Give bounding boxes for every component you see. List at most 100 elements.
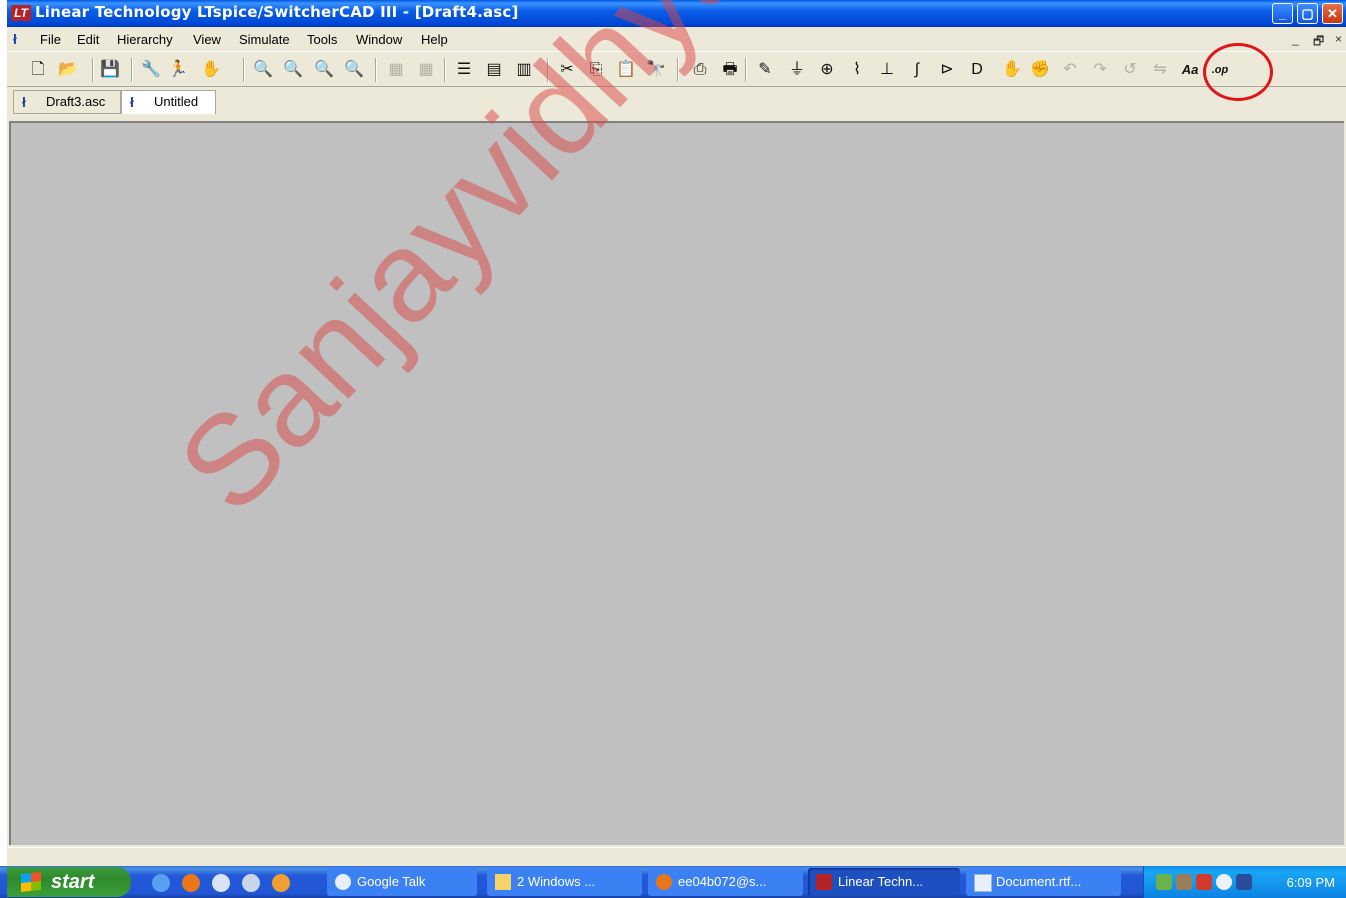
tile-icon[interactable]: ☰: [453, 60, 475, 80]
component-icon[interactable]: D: [966, 60, 988, 80]
find-icon[interactable]: 🔭: [645, 60, 667, 80]
folder-icon: [495, 874, 511, 890]
start-label: start: [51, 871, 95, 893]
close-icon[interactable]: ✕: [1322, 3, 1343, 24]
explorer-icon[interactable]: [242, 874, 260, 892]
cut-icon[interactable]: ✂: [556, 60, 578, 80]
toolbar-separator: [243, 58, 245, 82]
taskbar: start Google Talk 2 Windows ... ee04b072…: [0, 866, 1346, 898]
task-label: Document.rtf...: [996, 874, 1082, 889]
maximize-icon[interactable]: ▢: [1297, 3, 1318, 24]
firefox-icon[interactable]: [182, 874, 200, 892]
print-icon[interactable]: 🖶: [719, 60, 741, 80]
chat-bubble-icon: [335, 874, 351, 890]
title-bar[interactable]: LT Linear Technology LTspice/SwitcherCAD…: [7, 0, 1346, 27]
document-icon: [974, 874, 992, 892]
task-firefox[interactable]: ee04b072@s...: [648, 868, 803, 896]
zoom-fit-icon[interactable]: 🔍: [343, 60, 365, 80]
resistor-icon[interactable]: ⌇: [846, 60, 868, 80]
task-windows-group[interactable]: 2 Windows ...: [487, 868, 642, 896]
desktop-icon[interactable]: [152, 874, 170, 892]
task-label: ee04b072@s...: [678, 874, 767, 889]
capacitor-icon[interactable]: ⊥: [876, 60, 898, 80]
run-icon[interactable]: 🏃: [167, 60, 189, 80]
menu-simulate[interactable]: Simulate: [239, 32, 290, 47]
schematic-icon: ł: [130, 94, 134, 110]
text-icon[interactable]: Aa: [1179, 60, 1201, 80]
open-icon[interactable]: 📂: [57, 60, 79, 80]
menu-tools[interactable]: Tools: [307, 32, 337, 47]
start-button[interactable]: start: [7, 867, 131, 897]
document-icon[interactable]: ł: [13, 31, 29, 47]
mdi-minimize-icon[interactable]: _: [1292, 32, 1299, 46]
undo-icon[interactable]: ↶: [1059, 60, 1081, 80]
diode-icon[interactable]: ⊳: [936, 60, 958, 80]
ground-icon[interactable]: ⏚: [786, 60, 808, 80]
menu-file[interactable]: File: [40, 32, 61, 47]
cascade-icon[interactable]: ▤: [483, 60, 505, 80]
zonealarm-icon[interactable]: [1196, 874, 1212, 890]
toolbar-separator: [131, 58, 133, 82]
control-panel-icon[interactable]: 🔧: [140, 60, 162, 80]
redo-icon[interactable]: ↷: [1089, 60, 1111, 80]
menu-edit[interactable]: Edit: [77, 32, 99, 47]
save-icon[interactable]: 💾: [99, 60, 121, 80]
tab-untitled[interactable]: ł Untitled: [121, 90, 216, 114]
copy-icon[interactable]: ⎘: [585, 60, 607, 80]
task-google-talk[interactable]: Google Talk: [327, 868, 477, 896]
toolbar-separator: [444, 58, 446, 82]
chat-icon[interactable]: [1216, 874, 1232, 890]
rotate-icon[interactable]: ↺: [1119, 60, 1141, 80]
media-icon[interactable]: [272, 874, 290, 892]
menu-view[interactable]: View: [193, 32, 221, 47]
task-document[interactable]: Document.rtf...: [966, 868, 1121, 896]
messenger-icon[interactable]: [212, 874, 230, 892]
ltspice-icon: [816, 874, 832, 890]
zoom-out-icon[interactable]: 🔍: [313, 60, 335, 80]
ltspice-window: LT Linear Technology LTspice/SwitcherCAD…: [7, 0, 1346, 867]
zoom-in-icon[interactable]: 🔍: [252, 60, 274, 80]
schematic-canvas[interactable]: [9, 121, 1344, 845]
toolbar-separator: [745, 58, 747, 82]
draw-wire-icon[interactable]: ✎: [754, 60, 776, 80]
task-label: Google Talk: [357, 874, 426, 889]
menu-window[interactable]: Window: [356, 32, 402, 47]
inductor-icon[interactable]: ∫: [906, 60, 928, 80]
toolbar-separator: [547, 58, 549, 82]
halt-icon[interactable]: ✋: [200, 60, 222, 80]
network-icon[interactable]: [1156, 874, 1172, 890]
close-all-icon[interactable]: ▥: [513, 60, 535, 80]
autorange-y-icon[interactable]: ▦: [415, 60, 437, 80]
autorange-x-icon[interactable]: ▦: [385, 60, 407, 80]
move-icon[interactable]: ✋: [1001, 60, 1023, 80]
highlight-circle: [1203, 43, 1273, 101]
volume-icon[interactable]: [1236, 874, 1252, 890]
paste-icon[interactable]: 📋: [615, 60, 637, 80]
tab-label: Draft3.asc: [46, 94, 106, 109]
menu-help[interactable]: Help: [421, 32, 448, 47]
drag-icon[interactable]: ✊: [1029, 60, 1051, 80]
schematic-icon: ł: [22, 94, 26, 110]
system-tray: 6:09 PM: [1143, 866, 1346, 898]
menu-bar: ł File Edit Hierarchy View Simulate Tool…: [7, 27, 1346, 51]
task-ltspice[interactable]: Linear Techn...: [808, 868, 960, 896]
label-net-icon[interactable]: ⊕: [816, 60, 838, 80]
toolbar-separator: [92, 58, 94, 82]
mirror-icon[interactable]: ⇋: [1149, 60, 1171, 80]
tab-draft3[interactable]: ł Draft3.asc: [13, 90, 121, 114]
app-icon[interactable]: LT: [11, 5, 31, 21]
menu-hierarchy[interactable]: Hierarchy: [117, 32, 173, 47]
toolbar: 🗋 📂 💾 🔧 🏃 ✋ 🔍 🔍 🔍 🔍 ▦ ▦ ☰ ▤ ▥ ✂ ⎘ 📋 🔭 ⎙ 🖶 ✎ ⏚ ⊕ ⌇ ⊥ ∫ ⊳ D ✋ ✊ ↶ ↷ ↺ ⇋ Aa .op: [7, 51, 1346, 87]
zoom-area-icon[interactable]: 🔍: [282, 60, 304, 80]
print-preview-icon[interactable]: ⎙: [689, 60, 711, 80]
tab-label: Untitled: [154, 94, 199, 109]
firefox-icon: [656, 874, 672, 890]
tab-strip: ł Draft3.asc ł Untitled: [7, 87, 1346, 117]
antivirus-icon[interactable]: [1176, 874, 1192, 890]
task-label: Linear Techn...: [838, 874, 924, 889]
new-schematic-icon[interactable]: 🗋: [27, 60, 49, 80]
toolbar-separator: [677, 58, 679, 82]
mdi-close-icon[interactable]: ×: [1335, 32, 1342, 46]
minimize-icon[interactable]: _: [1272, 3, 1293, 24]
mdi-restore-icon[interactable]: 🗗: [1313, 32, 1324, 53]
